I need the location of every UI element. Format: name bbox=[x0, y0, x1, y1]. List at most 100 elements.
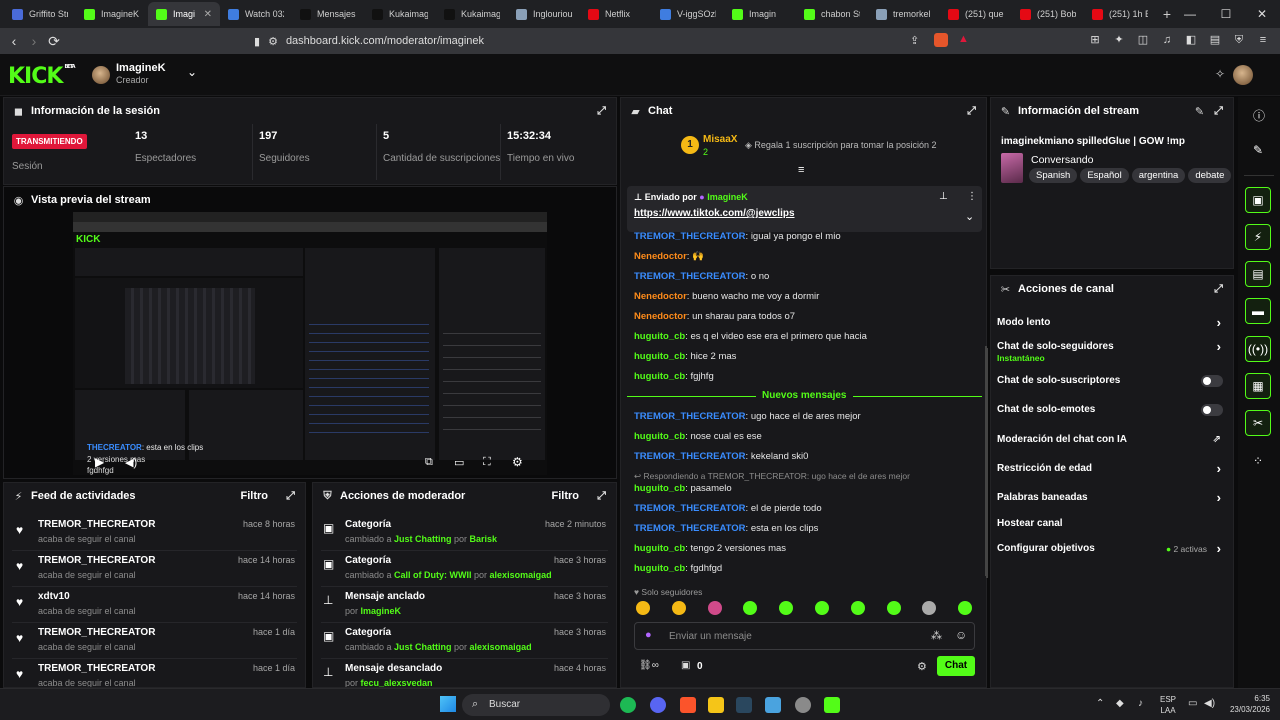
clock[interactable]: 6:35 23/03/2026 bbox=[1222, 693, 1270, 715]
browser-tab[interactable]: Mensajes | bbox=[292, 2, 364, 26]
more-icon[interactable]: ⋮ bbox=[967, 191, 977, 202]
sidebar-stream-manager-icon[interactable]: ▣ bbox=[1245, 187, 1271, 213]
chevron-down-icon[interactable]: ⌄ bbox=[187, 65, 197, 79]
edit-icon[interactable]: ✎ bbox=[1193, 105, 1206, 118]
emote-icon[interactable] bbox=[886, 601, 901, 615]
popout-icon[interactable]: ⤢ bbox=[284, 490, 297, 503]
browser-tab[interactable]: chabon Str bbox=[796, 2, 868, 26]
chat-message[interactable]: huguito_cb: es q el video ese era el pri… bbox=[634, 331, 867, 342]
channel-action-item[interactable]: Configurar objetivos ● 2 activas › bbox=[997, 541, 1227, 556]
browser-tab[interactable]: Kukaimag bbox=[364, 2, 436, 26]
channel-action-item[interactable]: Moderación del chat con IA ⇗ bbox=[997, 434, 1227, 445]
popout-icon[interactable]: ⤢ bbox=[595, 105, 608, 118]
collapse-icon[interactable]: ≡ bbox=[798, 164, 804, 176]
activity-user[interactable]: TREMOR_THECREATOR bbox=[38, 519, 155, 530]
chat-message[interactable]: huguito_cb: hice 2 mas bbox=[634, 351, 736, 362]
taskbar-search[interactable]: ⌕ Buscar bbox=[462, 694, 610, 716]
sidebar-broadcast-icon[interactable]: ((•)) bbox=[1245, 336, 1271, 362]
back-icon[interactable]: ‹ bbox=[4, 33, 24, 49]
chat-message[interactable]: TREMOR_THECREATOR: kekeland ski0 bbox=[634, 451, 808, 462]
mod-action-target[interactable]: Call of Duty: WWII bbox=[394, 570, 472, 580]
browser-tab[interactable]: V-iggSOzh bbox=[652, 2, 724, 26]
chat-username[interactable]: Nenedoctor bbox=[634, 251, 687, 262]
settings-gear-icon[interactable]: ⚙ bbox=[512, 455, 523, 469]
tag-chip[interactable]: debate bbox=[1188, 168, 1232, 183]
activity-user[interactable]: TREMOR_THECREATOR bbox=[38, 555, 155, 566]
browser-tab[interactable]: tremorkel bbox=[868, 2, 940, 26]
avatar[interactable] bbox=[92, 66, 110, 84]
chevron-down-icon[interactable]: ⌄ bbox=[965, 210, 974, 223]
chat-username[interactable]: huguito_cb bbox=[634, 483, 685, 494]
channel-action-item[interactable]: Chat de solo-suscriptores bbox=[997, 375, 1227, 387]
obs-icon[interactable] bbox=[795, 697, 811, 713]
discord-icon[interactable] bbox=[650, 697, 666, 713]
windows-start-icon[interactable] bbox=[440, 696, 456, 712]
brave-icon[interactable] bbox=[680, 697, 696, 713]
emote-icon[interactable] bbox=[958, 601, 973, 615]
sidebar-chat-icon[interactable]: ▬ bbox=[1245, 298, 1271, 324]
popout-icon[interactable]: ⤢ bbox=[965, 105, 978, 118]
sidebar-notes-icon[interactable]: ▤ bbox=[1245, 261, 1271, 287]
chat-message[interactable]: Nenedoctor: bueno wacho me voy a dormir bbox=[634, 291, 819, 302]
activity-user[interactable]: TREMOR_THECREATOR bbox=[38, 663, 155, 674]
browser-tab[interactable]: Watch 032 bbox=[220, 2, 292, 26]
modactions-filter-button[interactable]: Filtro bbox=[552, 490, 580, 502]
chat-message[interactable]: huguito_cb: fgdhfgd bbox=[634, 563, 722, 574]
play-icon[interactable]: ▶ bbox=[95, 455, 104, 469]
wallet-icon[interactable]: ▤ bbox=[1208, 33, 1222, 47]
emote-icon[interactable] bbox=[671, 601, 686, 615]
browser-tab[interactable]: (251) 1h B bbox=[1084, 2, 1156, 26]
chat-message[interactable]: TREMOR_THECREATOR: esta en los clips bbox=[634, 523, 818, 534]
actions-scrollbar[interactable] bbox=[985, 346, 987, 576]
rewards-icon[interactable]: ▲ bbox=[958, 33, 969, 45]
chat-username[interactable]: TREMOR_THECREATOR bbox=[634, 411, 746, 422]
puzzle-icon[interactable]: ✦ bbox=[1112, 33, 1126, 47]
browser-tab[interactable]: Kukaimagi bbox=[436, 2, 508, 26]
theater-icon[interactable]: ▭ bbox=[454, 456, 464, 469]
channel-action-item[interactable]: Modo lento › bbox=[997, 315, 1227, 330]
magic-icon[interactable]: ✧ bbox=[1215, 67, 1225, 81]
steam-icon[interactable] bbox=[736, 697, 752, 713]
channel-name[interactable]: ImagineK bbox=[116, 62, 166, 74]
chat-message[interactable]: TREMOR_THECREATOR: el de pierde todo bbox=[634, 503, 822, 514]
emote-icon[interactable] bbox=[743, 601, 758, 615]
translate-icon[interactable]: ⁂ bbox=[931, 629, 942, 642]
chat-message[interactable]: Nenedoctor: un sharau para todos o7 bbox=[634, 311, 795, 322]
forward-icon[interactable]: › bbox=[24, 33, 44, 49]
chat-username[interactable]: huguito_cb bbox=[634, 543, 685, 554]
channel-action-item[interactable]: Chat de solo-seguidores Instantáneo › bbox=[997, 339, 1227, 363]
mod-action-target[interactable]: fecu_alexsvedan bbox=[361, 678, 433, 687]
network-icon[interactable]: ▭ bbox=[1188, 698, 1197, 709]
mod-action-target[interactable]: Just Chatting bbox=[394, 534, 452, 544]
browser-tab[interactable]: (251) Bob bbox=[1012, 2, 1084, 26]
close-window-icon[interactable]: ✕ bbox=[1244, 0, 1280, 28]
chat-username[interactable]: huguito_cb bbox=[634, 351, 685, 362]
emote-icon[interactable] bbox=[636, 601, 650, 615]
toggle-switch[interactable] bbox=[1201, 404, 1223, 416]
popout-icon[interactable]: ⤢ bbox=[1212, 105, 1225, 118]
channel-action-item[interactable]: Palabras baneadas › bbox=[997, 490, 1227, 505]
music-icon[interactable]: ♫ bbox=[1160, 33, 1174, 47]
site-info-icon[interactable]: ⚙ bbox=[268, 35, 278, 48]
activity-item[interactable]: ♥ TREMOR_THECREATOR acaba de seguir el can… bbox=[4, 627, 305, 661]
maximize-icon[interactable]: ☐ bbox=[1208, 0, 1244, 28]
unpin-icon[interactable]: ⊥ bbox=[939, 191, 948, 202]
chat-message[interactable]: huguito_cb: fgjhfg bbox=[634, 371, 714, 382]
channel-action-item[interactable]: Hostear canal bbox=[997, 518, 1227, 529]
chat-username[interactable]: TREMOR_THECREATOR bbox=[634, 271, 746, 282]
kick-app-icon[interactable] bbox=[824, 697, 840, 713]
mic-icon[interactable]: ● bbox=[645, 629, 652, 641]
sidebar-icon[interactable]: ◧ bbox=[1184, 33, 1198, 47]
chat-message[interactable]: TREMOR_THECREATOR: ugo hace el de ares m… bbox=[634, 411, 861, 422]
pip-icon[interactable]: ⧉ bbox=[425, 456, 433, 469]
mod-action-user[interactable]: alexisomaigad bbox=[470, 642, 532, 652]
share-icon[interactable]: ⇪ bbox=[910, 34, 919, 47]
chat-username[interactable]: huguito_cb bbox=[634, 563, 685, 574]
points-icon[interactable]: ⛓∞ bbox=[639, 660, 659, 671]
chat-username[interactable]: TREMOR_THECREATOR bbox=[634, 451, 746, 462]
stream-video[interactable]: KICK THECREATOR: esta en los clips 2 ver… bbox=[73, 212, 547, 475]
emote-icon[interactable] bbox=[779, 601, 794, 615]
browser-tab[interactable]: Imagin bbox=[724, 2, 796, 26]
close-tab-icon[interactable]: ✕ bbox=[204, 9, 212, 20]
mod-action-target[interactable]: Just Chatting bbox=[394, 642, 452, 652]
